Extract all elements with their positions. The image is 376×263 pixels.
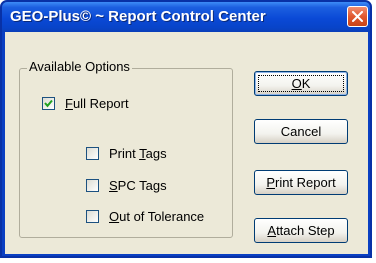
cancel-button-label: Cancel bbox=[280, 124, 322, 139]
checkbox-box[interactable] bbox=[86, 179, 99, 192]
checkmark-icon bbox=[44, 99, 53, 108]
dialog-client-area: Available Options Full Report Print Tags… bbox=[5, 32, 368, 254]
checkbox-box[interactable] bbox=[86, 210, 99, 223]
cancel-button[interactable]: Cancel bbox=[254, 119, 348, 144]
print-report-button-label: Print Report bbox=[266, 175, 336, 190]
attach-step-button[interactable]: Attach Step bbox=[254, 218, 348, 243]
report-control-center-window: GEO-Plus© ~ Report Control Center Availa… bbox=[0, 0, 372, 258]
full-report-checkbox[interactable]: Full Report bbox=[42, 96, 129, 111]
checkbox-box[interactable] bbox=[86, 147, 99, 160]
title-bar[interactable]: GEO-Plus© ~ Report Control Center bbox=[2, 2, 370, 32]
full-report-label: Full Report bbox=[65, 96, 129, 111]
print-tags-label: Print Tags bbox=[109, 146, 167, 161]
print-tags-checkbox[interactable]: Print Tags bbox=[86, 146, 167, 161]
close-button[interactable] bbox=[347, 6, 368, 27]
spc-tags-label: SPC Tags bbox=[109, 178, 167, 193]
checkbox-box[interactable] bbox=[42, 97, 55, 110]
out-of-tolerance-checkbox[interactable]: Out of Tolerance bbox=[86, 209, 204, 224]
focus-rectangle bbox=[258, 75, 344, 92]
spc-tags-checkbox[interactable]: SPC Tags bbox=[86, 178, 167, 193]
available-options-label: Available Options bbox=[27, 59, 132, 74]
close-icon bbox=[352, 11, 363, 22]
ok-button[interactable]: OK bbox=[254, 71, 348, 96]
window-title: GEO-Plus© ~ Report Control Center bbox=[10, 8, 266, 25]
print-report-button[interactable]: Print Report bbox=[254, 170, 348, 195]
attach-step-button-label: Attach Step bbox=[267, 223, 335, 238]
out-of-tolerance-label: Out of Tolerance bbox=[109, 209, 205, 224]
